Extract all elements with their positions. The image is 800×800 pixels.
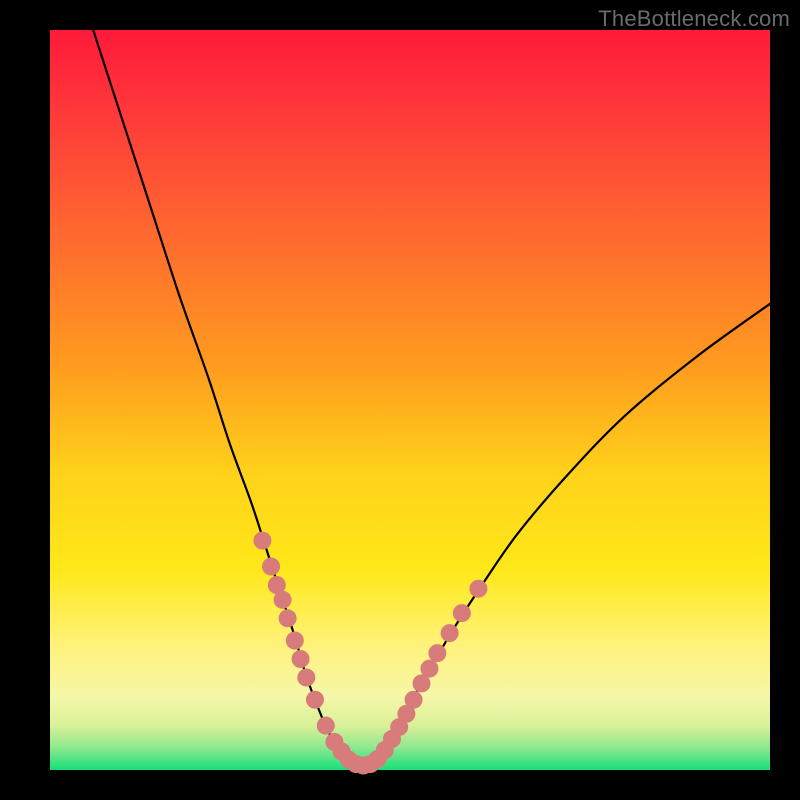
curve-marker <box>262 558 280 576</box>
curve-marker <box>279 609 297 627</box>
curve-marker <box>420 660 438 678</box>
curve-marker <box>428 644 446 662</box>
watermark-text: TheBottleneck.com <box>598 6 790 32</box>
curve-marker <box>317 717 335 735</box>
curve-marker <box>306 691 324 709</box>
curve-marker <box>292 650 310 668</box>
plot-gradient-background <box>50 30 770 770</box>
curve-marker <box>405 691 423 709</box>
chart-stage: TheBottleneck.com <box>0 0 800 800</box>
curve-marker <box>274 591 292 609</box>
curve-marker <box>441 624 459 642</box>
curve-marker <box>286 632 304 650</box>
chart-svg <box>0 0 800 800</box>
curve-marker <box>453 604 471 622</box>
curve-marker <box>253 532 271 550</box>
curve-marker <box>469 580 487 598</box>
curve-marker <box>297 669 315 687</box>
